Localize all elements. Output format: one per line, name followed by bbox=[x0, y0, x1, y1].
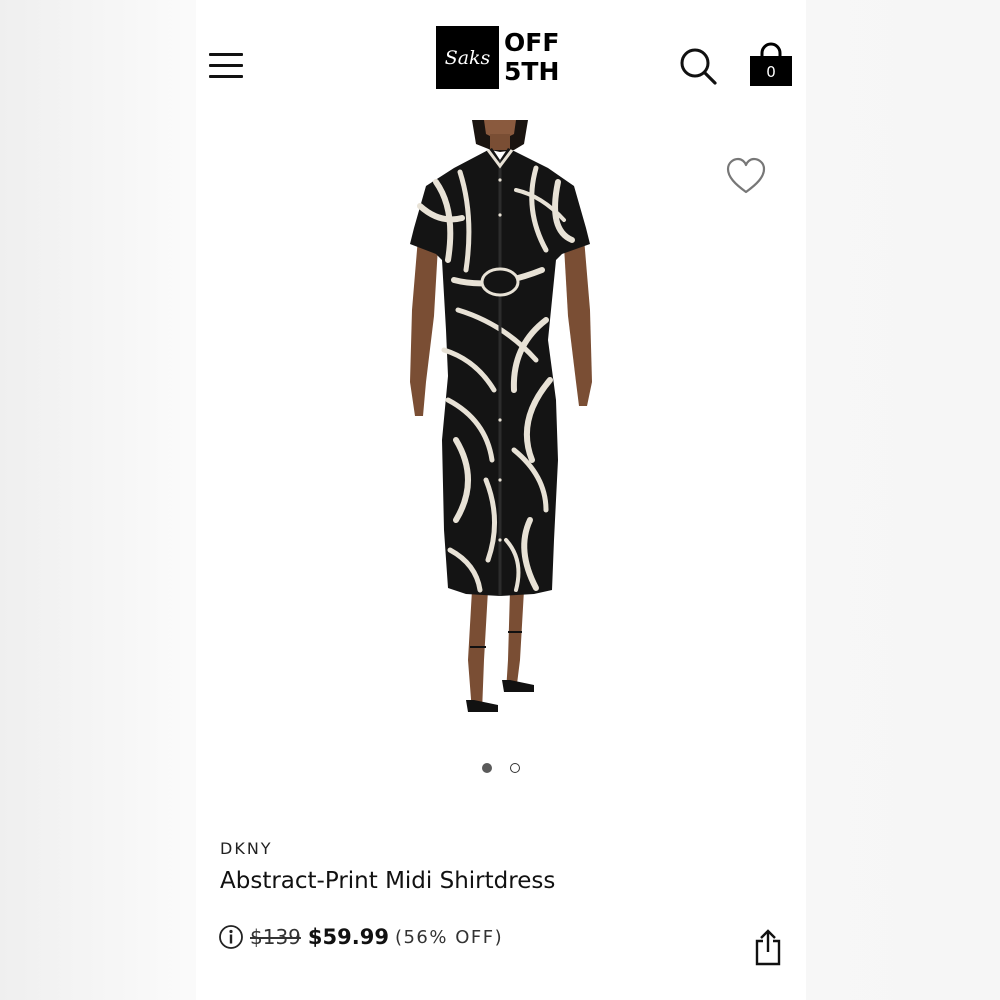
site-logo[interactable]: Saks OFF 5TH bbox=[436, 26, 568, 90]
bag-count: 0 bbox=[766, 63, 776, 81]
product-image[interactable] bbox=[396, 120, 606, 720]
logo-badge: Saks bbox=[436, 26, 499, 89]
sale-price: $59.99 bbox=[307, 925, 389, 949]
logo-line-1: OFF bbox=[504, 28, 560, 57]
product-title: Abstract-Print Midi Shirtdress bbox=[220, 868, 556, 894]
share-icon[interactable] bbox=[754, 928, 782, 966]
carousel-dot-2[interactable] bbox=[510, 763, 521, 773]
logo-line-2: 5TH bbox=[504, 57, 560, 86]
logo-wordmark: OFF 5TH bbox=[504, 28, 559, 86]
logo-script: Saks bbox=[444, 46, 491, 69]
heart-icon[interactable] bbox=[725, 157, 767, 195]
product-brand[interactable]: DKNY bbox=[220, 839, 273, 858]
discount-badge: (56% OFF) bbox=[394, 926, 504, 948]
shopping-bag-icon[interactable]: 0 bbox=[748, 42, 794, 88]
hamburger-menu-icon[interactable] bbox=[209, 51, 243, 79]
original-price: $139 bbox=[250, 925, 301, 949]
carousel-pagination bbox=[196, 763, 806, 777]
info-icon[interactable] bbox=[218, 924, 244, 950]
search-icon[interactable] bbox=[678, 46, 718, 86]
product-page: Saks OFF 5TH 0 DKNY Abstract-Print Midi … bbox=[196, 0, 806, 1000]
price-row: $139 $59.99 (56% OFF) bbox=[218, 922, 503, 952]
carousel-dot-1[interactable] bbox=[481, 763, 492, 773]
